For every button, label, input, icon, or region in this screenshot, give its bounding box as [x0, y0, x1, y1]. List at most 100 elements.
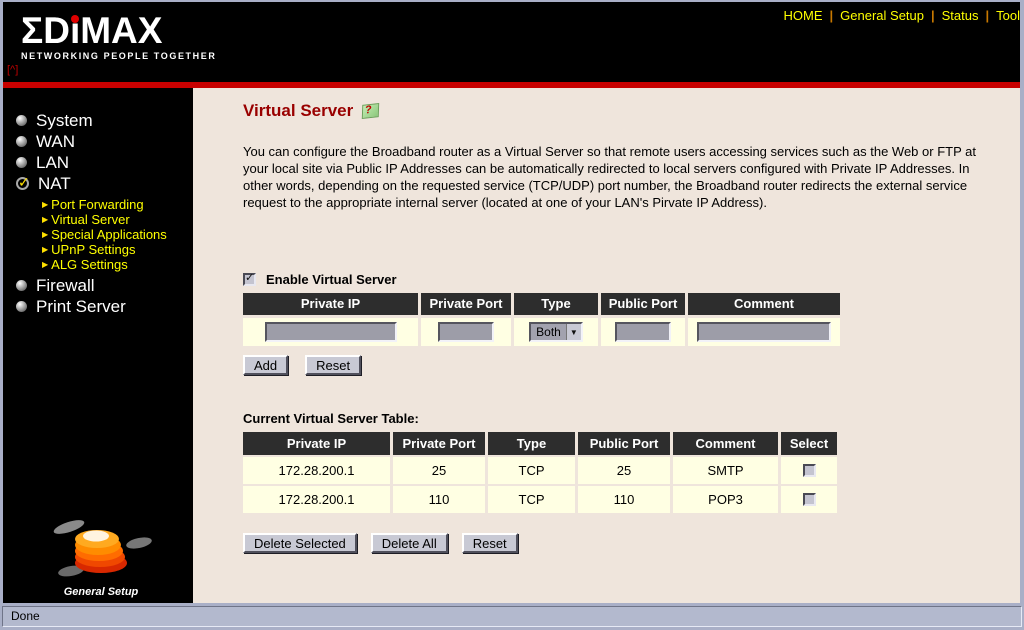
logo-tagline: NETWORKING PEOPLE TOGETHER [21, 51, 217, 61]
arrow-icon: ▶ [42, 215, 49, 224]
arrow-icon: ▶ [42, 260, 49, 269]
bullet-icon [16, 301, 27, 312]
top-navigation: HOME | General Setup | Status | Tool [784, 8, 1020, 23]
delete-selected-button[interactable]: Delete Selected [243, 533, 357, 553]
enable-virtual-server-checkbox[interactable] [243, 271, 256, 286]
sidebar-item-label: System [36, 110, 93, 130]
sidebar-subitem-special-applications[interactable]: ▶ Special Applications [42, 227, 193, 242]
row1-private-port: 25 [393, 457, 485, 484]
sidebar-subitem-upnp-settings[interactable]: ▶ UPnP Settings [42, 242, 193, 257]
row2-comment: POP3 [673, 486, 778, 513]
sidebar-item-wan[interactable]: WAN [16, 131, 193, 152]
sidebar-item-firewall[interactable]: Firewall [16, 275, 193, 296]
content-area: Virtual Server ? You can configure the B… [193, 88, 1020, 603]
private-ip-input[interactable] [264, 322, 397, 342]
nav-separator: | [985, 8, 990, 23]
header: ΣDı MAX NETWORKING PEOPLE TOGETHER HOME | G… [3, 2, 1020, 82]
enable-virtual-server-label: Enable Virtual Server [266, 272, 397, 287]
add-button[interactable]: Add [243, 355, 289, 375]
sidebar-subitem-virtual-server[interactable]: ▶ Virtual Server [42, 212, 193, 227]
main-row: System WAN LAN NAT ▶Port Forwarding ▶Vir… [3, 88, 1020, 603]
sidebar-item-label: LAN [36, 152, 70, 172]
brand-right: MAX [80, 10, 163, 51]
nav-home[interactable]: HOME [784, 8, 823, 23]
nav-tool[interactable]: Tool [996, 8, 1020, 23]
sidebar-item-print-server[interactable]: Print Server [16, 296, 193, 317]
column-header-private-port: Private Port [421, 293, 511, 315]
form-cell-private-ip [243, 318, 418, 346]
sidebar-item-lan[interactable]: LAN [16, 152, 193, 173]
sidebar-subitem-port-forwarding[interactable]: ▶ Port Forwarding [42, 197, 193, 212]
sidebar-item-label: Firewall [36, 275, 95, 295]
column-header-type: Type [488, 432, 575, 455]
row2-type: TCP [488, 486, 575, 513]
row-select-checkbox[interactable] [802, 493, 816, 506]
row1-private-ip: 172.28.200.1 [243, 457, 390, 484]
row2-select-cell [781, 486, 837, 513]
private-port-input[interactable] [438, 322, 494, 342]
delete-all-button[interactable]: Delete All [370, 533, 448, 553]
sidebar-item-label: NAT [38, 173, 71, 193]
general-setup-graphic: General Setup [31, 517, 171, 598]
check-icon [16, 174, 30, 191]
bullet-icon [16, 157, 27, 168]
nat-submenu: ▶ Port Forwarding ▶ Virtual Server ▶ Specia… [42, 197, 193, 272]
sidebar-item-nat[interactable]: NAT [16, 173, 193, 194]
row1-type: TCP [488, 457, 575, 484]
column-header-select: Select [781, 432, 837, 455]
column-header-public-port: Public Port [578, 432, 670, 455]
nav-separator: | [829, 8, 834, 23]
row-select-checkbox[interactable] [802, 464, 816, 477]
form-cell-comment [688, 318, 840, 346]
comment-input[interactable] [697, 322, 831, 342]
column-header-public-port: Public Port [601, 293, 685, 315]
form-cell-public-port [601, 318, 685, 346]
public-port-input[interactable] [615, 322, 671, 342]
form-cell-private-port [421, 318, 511, 346]
help-book-icon[interactable]: ? [362, 103, 380, 119]
select-dropdown-arrow-icon[interactable]: ▼ [565, 324, 581, 340]
nav-general-setup[interactable]: General Setup [840, 8, 924, 23]
bullet-icon [16, 280, 27, 291]
virtual-server-form-table: Private IP Private Port Type Public Port… [243, 293, 840, 346]
nav-status[interactable]: Status [942, 8, 979, 23]
browser-window: ΣDı MAX NETWORKING PEOPLE TOGETHER HOME | G… [0, 0, 1024, 630]
status-text: Done [11, 609, 40, 623]
page-title: Virtual Server [243, 101, 354, 120]
arrow-icon: ▶ [42, 200, 49, 209]
general-setup-caption: General Setup [63, 586, 139, 598]
column-header-private-ip: Private IP [243, 293, 418, 315]
arrow-icon: ▶ [42, 230, 49, 239]
disc-stack-icon [53, 520, 152, 577]
nav-separator: | [931, 8, 935, 23]
row1-public-port: 25 [578, 457, 670, 484]
sidebar-item-label: Print Server [36, 296, 126, 316]
row2-private-port: 110 [393, 486, 485, 513]
row1-select-cell [781, 457, 837, 484]
brand-i: ı [69, 10, 81, 51]
column-header-private-port: Private Port [393, 432, 485, 455]
type-select[interactable]: Both ▼ [529, 322, 583, 342]
column-header-type: Type [514, 293, 598, 315]
logo-red-dot-icon [71, 15, 80, 23]
reset-table-button[interactable]: Reset [461, 533, 518, 553]
type-select-value: Both [536, 325, 561, 339]
row2-public-port: 110 [578, 486, 670, 513]
sidebar-item-system[interactable]: System [16, 110, 193, 131]
reset-button[interactable]: Reset [305, 355, 362, 375]
page-description: You can configure the Broadband router a… [243, 144, 976, 210]
edimax-brand: ΣDı MAX [21, 12, 216, 50]
enable-row: Enable Virtual Server [243, 271, 1020, 287]
arrow-icon: ▶ [42, 245, 49, 254]
brand-left: ΣD [21, 10, 70, 51]
sidebar-item-label: WAN [36, 131, 76, 151]
column-header-private-ip: Private IP [243, 432, 390, 455]
sidebar-subitem-alg-settings[interactable]: ▶ ALG Settings [42, 257, 193, 272]
form-cell-type: Both ▼ [514, 318, 598, 346]
column-header-comment: Comment [673, 432, 778, 455]
row1-comment: SMTP [673, 457, 778, 484]
sidebar: System WAN LAN NAT ▶Port Forwarding ▶Vir… [3, 88, 193, 603]
edimax-logo: ΣDı MAX NETWORKING PEOPLE TOGETHER [21, 12, 217, 62]
current-virtual-server-table: Private IP Private Port Type Public Port… [243, 432, 837, 513]
status-bar: Done [2, 606, 1022, 627]
